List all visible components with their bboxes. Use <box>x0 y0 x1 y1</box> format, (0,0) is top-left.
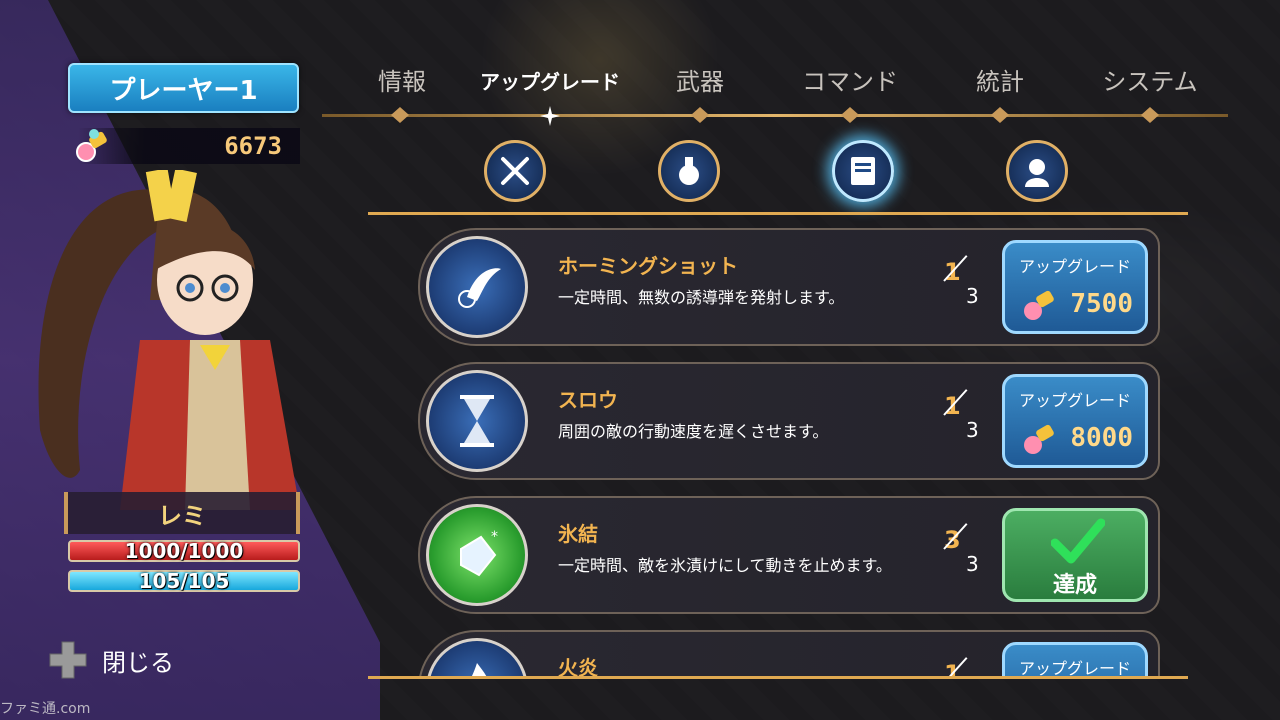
close-label: 閉じる <box>102 648 174 677</box>
category-weapons-button[interactable] <box>484 140 546 202</box>
player-title: プレーヤー1 <box>68 63 299 113</box>
upgrade-label: アップグレード <box>1018 659 1131 676</box>
hourglass-icon <box>426 370 528 472</box>
completed-button[interactable]: 達成 <box>1002 508 1148 602</box>
potion-icon <box>679 157 699 185</box>
tab-underline <box>322 114 1228 117</box>
upgrade-label: アップグレード <box>1018 257 1131 276</box>
skill-desc: 一定時間、無数の誘導弾を発射します。 <box>558 288 845 307</box>
category-items-button[interactable] <box>658 140 720 202</box>
character-name: レミ <box>64 492 300 534</box>
skill-name: 火炎 <box>558 656 598 676</box>
skill-name: 氷結 <box>558 522 598 546</box>
skill-desc: 周囲の敵の行動速度を遅くさせます。 <box>558 422 829 441</box>
category-commands-button[interactable] <box>832 140 894 202</box>
skill-desc: 一定時間、敵を氷漬けにして動きを止めます。 <box>558 556 892 575</box>
upgrade-button[interactable]: アップグレード 8000 <box>1002 374 1148 468</box>
category-character-button[interactable] <box>1006 140 1068 202</box>
skill-level: 1 <box>940 657 990 676</box>
dpad-icon <box>49 641 87 679</box>
ornament-icon <box>391 107 409 123</box>
tab-weapons[interactable]: 武器 <box>676 62 724 97</box>
skill-list: ホーミングショット 一定時間、無数の誘導弾を発射します。 1 3 アップグレード… <box>418 224 1160 676</box>
candy-currency-icon <box>1024 424 1054 454</box>
tab-stats[interactable]: 統計 <box>976 62 1024 97</box>
tab-system[interactable]: システム <box>1102 62 1197 97</box>
ornament-icon <box>691 107 709 123</box>
skill-row[interactable]: 火炎 1 アップグレード <box>418 630 1160 676</box>
ornament-icon <box>841 107 859 123</box>
tab-bar: 情報 アップグレード 武器 コマンド 統計 システム <box>330 62 1230 102</box>
watermark: ファミ通.com <box>0 701 91 717</box>
skill-level-max: 3 <box>966 418 979 442</box>
skill-level-max: 3 <box>966 552 979 576</box>
flame-icon <box>426 638 528 676</box>
skill-row[interactable]: スロウ 周囲の敵の行動速度を遅くさせます。 1 3 アップグレード 8000 <box>418 362 1160 480</box>
upgrade-button[interactable]: アップグレード 7500 <box>1002 240 1148 334</box>
skill-level: 1 3 <box>940 389 990 448</box>
list-top-divider <box>368 212 1188 215</box>
upgrade-button[interactable]: アップグレード <box>1002 642 1148 676</box>
close-button[interactable]: 閉じる <box>48 640 174 680</box>
candy-currency-icon <box>76 129 107 162</box>
skill-level: 1 3 <box>940 255 990 314</box>
crossed-swords-icon <box>501 157 529 185</box>
skill-level-max: 3 <box>966 284 979 308</box>
upgrade-label: アップグレード <box>1018 391 1131 410</box>
character-icon <box>1025 159 1049 187</box>
ice-crystal-icon: * <box>426 504 528 606</box>
hp-bar: 1000/1000 <box>68 539 300 563</box>
mp-bar: 105/105 <box>68 569 300 593</box>
skill-name: スロウ <box>558 388 618 412</box>
tab-commands[interactable]: コマンド <box>802 62 898 97</box>
checkmark-icon <box>1051 518 1105 564</box>
ornament-icon <box>1141 107 1159 123</box>
candy-currency-icon <box>1024 290 1054 320</box>
svg-text:*: * <box>491 529 498 545</box>
skill-name: ホーミングショット <box>558 254 738 278</box>
book-icon <box>851 157 875 185</box>
list-bottom-divider <box>368 676 1188 679</box>
upgrade-cost: 8000 <box>1070 423 1133 453</box>
character-portrait <box>38 170 300 510</box>
tab-upgrade[interactable]: アップグレード <box>480 66 620 95</box>
skill-row[interactable]: * 氷結 一定時間、敵を氷漬けにして動きを止めます。 3 3 達成 <box>418 496 1160 614</box>
tab-info[interactable]: 情報 <box>378 62 426 97</box>
completed-label: 達成 <box>1052 573 1097 598</box>
active-tab-spark-icon <box>540 106 560 126</box>
skill-level: 3 3 <box>940 523 990 582</box>
skill-row[interactable]: ホーミングショット 一定時間、無数の誘導弾を発射します。 1 3 アップグレード… <box>418 228 1160 346</box>
ornament-icon <box>991 107 1009 123</box>
upgrade-cost: 7500 <box>1070 289 1133 319</box>
homing-shot-icon <box>426 236 528 338</box>
